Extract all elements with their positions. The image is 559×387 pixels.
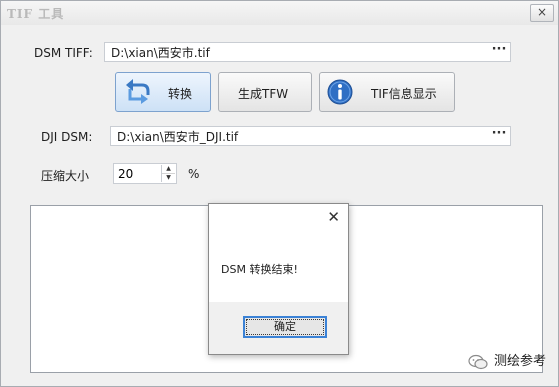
compression-spinbox[interactable]: ▲ ▼ bbox=[113, 163, 177, 184]
dialog-close-icon[interactable]: ✕ bbox=[327, 209, 340, 225]
convert-button-label: 转换 bbox=[168, 87, 193, 101]
window-close-button[interactable]: × bbox=[530, 4, 554, 22]
compression-label: 压缩大小 bbox=[41, 169, 90, 183]
compression-unit: % bbox=[188, 167, 200, 181]
dsm-tiff-path-field[interactable]: ··· bbox=[104, 42, 511, 62]
watermark-text: 测绘参考 bbox=[493, 354, 546, 369]
tif-tool-window: TIF 工具 × DSM TIFF: ··· 转换 生成TFW TIF信息显示 … bbox=[0, 0, 559, 387]
ok-button-label: 确定 bbox=[274, 320, 296, 333]
dji-dsm-browse-button[interactable]: ··· bbox=[490, 127, 508, 145]
dji-dsm-path-input[interactable] bbox=[111, 127, 497, 145]
window-title: TIF 工具 bbox=[7, 7, 65, 21]
compression-input[interactable] bbox=[114, 164, 158, 183]
compression-stepper[interactable]: ▲ ▼ bbox=[161, 165, 175, 182]
title-bar: TIF 工具 × bbox=[1, 1, 558, 25]
wechat-icon bbox=[468, 354, 488, 370]
refresh-arrow-icon bbox=[126, 79, 150, 104]
tif-info-button-label: TIF信息显示 bbox=[371, 87, 437, 101]
dsm-tiff-browse-button[interactable]: ··· bbox=[490, 43, 508, 61]
ok-button[interactable]: 确定 bbox=[243, 316, 327, 338]
dji-dsm-label: DJI DSM: bbox=[41, 130, 93, 144]
dsm-tiff-label: DSM TIFF: bbox=[34, 46, 93, 60]
info-icon bbox=[327, 79, 353, 105]
generate-tfw-button-label: 生成TFW bbox=[238, 87, 289, 101]
stepper-up-icon[interactable]: ▲ bbox=[162, 165, 175, 174]
tif-info-button[interactable]: TIF信息显示 bbox=[319, 72, 455, 112]
message-dialog: ✕ DSM 转换结束! 确定 bbox=[208, 203, 349, 355]
dialog-message: DSM 转换结束! bbox=[221, 263, 298, 276]
generate-tfw-button[interactable]: 生成TFW bbox=[218, 72, 312, 112]
stepper-down-icon[interactable]: ▼ bbox=[162, 174, 175, 182]
dialog-footer: 确定 bbox=[209, 302, 348, 354]
close-icon: × bbox=[536, 5, 548, 19]
dsm-tiff-path-input[interactable] bbox=[105, 43, 491, 61]
convert-button[interactable]: 转换 bbox=[115, 72, 211, 112]
dji-dsm-path-field[interactable]: ··· bbox=[110, 126, 511, 146]
